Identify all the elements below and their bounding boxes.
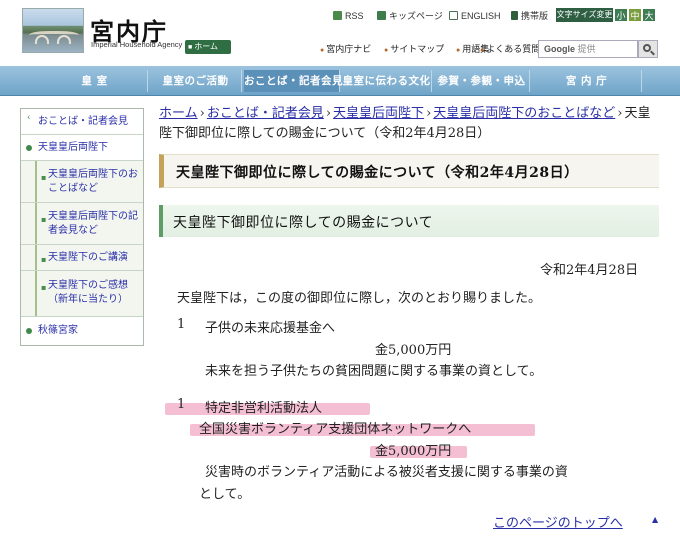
sidebar-item-press[interactable]: ▪ 天皇皇后両陛下の記者会見など <box>21 203 143 245</box>
sidebar-item-new-year[interactable]: ▪ 天皇陛下のご感想（新年に当たり） <box>21 271 143 317</box>
home-button[interactable]: ■ ホーム <box>185 40 231 54</box>
bullet-icon: ● <box>320 47 325 54</box>
item-amount: 金5,000万円 <box>375 343 452 358</box>
search-input[interactable]: Google 提供 <box>538 40 638 58</box>
text-size-large-button[interactable]: 大 <box>642 8 656 22</box>
bullet-icon: ● <box>384 47 389 54</box>
page-top-link[interactable]: このページのトップへ <box>493 512 623 531</box>
search-placeholder: 提供 <box>577 44 596 54</box>
search-brand: Google <box>544 44 575 54</box>
bullet-icon <box>26 328 32 334</box>
breadcrumb: ホーム › おことば・記者会見 › 天皇皇后両陛下 › 天皇皇后両陛下のおことばなど › 天皇陛… <box>159 106 651 141</box>
section-heading-box: 天皇陛下御即位に際しての賜金について <box>159 205 659 237</box>
sitemap-link[interactable]: ● サイトマップ <box>384 42 444 55</box>
item-purpose-cont: として。 <box>199 487 251 502</box>
item-number: 1 <box>177 317 186 332</box>
home-icon: ■ <box>188 44 193 51</box>
nav-tab-addresses-press[interactable]: おことば・記者会見 <box>244 70 343 92</box>
kids-page-link[interactable]: キッズページ <box>377 9 443 23</box>
globe-icon <box>449 11 458 20</box>
sidebar-item-akishino[interactable]: 秋篠宮家 <box>21 317 143 345</box>
sidebar-item-lectures[interactable]: ▪ 天皇陛下のご講演 <box>21 245 143 271</box>
item-purpose: 災害時のボランティア活動による被災者支援に関する事業の資 <box>205 465 568 480</box>
logo-bridge-image[interactable] <box>22 8 84 53</box>
mobile-icon <box>511 11 518 20</box>
home-label: ホーム <box>194 42 218 51</box>
main-nav: 皇 室 皇室のご活動 おことば・記者会見 皇室に伝わる文化 参賀・参観・申込 宮… <box>0 66 680 96</box>
page-title-box: 天皇陛下御即位に際しての賜金について（令和2年4月28日） <box>159 154 659 188</box>
breadcrumb-home[interactable]: ホーム <box>159 106 198 121</box>
faq-link[interactable]: ● よくある質問 <box>480 42 540 55</box>
bullet-icon <box>26 145 32 151</box>
item-recipient-line2: 全国災害ボランティア支援団体ネットワークへ <box>199 422 472 437</box>
nav-tab-visits[interactable]: 参賀・参観・申込 <box>434 70 530 92</box>
arrow-up-icon: ▲ <box>652 515 659 524</box>
rss-icon <box>333 11 342 20</box>
sidebar-item-addresses[interactable]: ‹ おことば・記者会見 <box>21 109 143 135</box>
nav-tab-culture[interactable]: 皇室に伝わる文化 <box>342 70 432 92</box>
nav-tab-imperial-family[interactable]: 皇 室 <box>42 70 148 92</box>
bullet-icon: ● <box>456 47 461 54</box>
bullet-icon: ▪ <box>41 255 47 264</box>
english-link[interactable]: ENGLISH <box>449 9 501 23</box>
item-amount: 金5,000万円 <box>375 444 452 459</box>
text-size-medium-button[interactable]: 中 <box>628 8 642 22</box>
bullet-icon: ● <box>480 47 485 54</box>
rss-link[interactable]: RSS <box>333 9 364 23</box>
sidebar-item-words[interactable]: ▪ 天皇皇后両陛下のおことばなど <box>21 161 143 203</box>
item-recipient: 特定非営利活動法人 <box>205 401 323 416</box>
breadcrumb-words[interactable]: 天皇皇后両陛下のおことばなど <box>433 106 615 121</box>
caret-left-icon: ‹ <box>27 113 31 123</box>
item-recipient: 子供の未来応援基金へ <box>205 321 336 336</box>
text-size-small-button[interactable]: 小 <box>614 8 628 22</box>
site-header: 宮内庁 Imperial Household Agency ■ ホーム RSS キ… <box>0 0 680 66</box>
sidebar-item-emperor-empress[interactable]: 天皇皇后両陛下 <box>21 135 143 161</box>
bullet-icon: ▪ <box>41 283 47 292</box>
section-heading: 天皇陛下御即位に際しての賜金について <box>173 215 434 231</box>
item-purpose: 未来を担う子供たちの貧困問題に関する事業の資として。 <box>205 364 543 379</box>
site-subtitle: Imperial Household Agency <box>91 40 183 49</box>
nav-tab-agency[interactable]: 宮 内 庁 <box>532 70 642 92</box>
bullet-icon: ▪ <box>41 173 47 182</box>
kids-icon <box>377 11 386 20</box>
item-number: 1 <box>177 397 186 412</box>
breadcrumb-addresses[interactable]: おことば・記者会見 <box>207 106 324 121</box>
bullet-icon: ▪ <box>41 215 47 224</box>
intro-text: 天皇陛下は，この度の御即位に際し，次のとおり賜りました。 <box>177 291 542 306</box>
search-button[interactable] <box>638 40 658 58</box>
page-title: 天皇陛下御即位に際しての賜金について（令和2年4月28日） <box>176 165 579 181</box>
sidebar: ‹ おことば・記者会見 天皇皇后両陛下 ▪ 天皇皇后両陛下のおことばなど ▪ 天… <box>20 108 144 346</box>
announcement-date: 令和2年4月28日 <box>540 263 639 278</box>
navi-link[interactable]: ● 宮内庁ナビ <box>320 42 371 55</box>
breadcrumb-emperor-empress[interactable]: 天皇皇后両陛下 <box>333 106 424 121</box>
text-size-label: 文字サイズ変更 <box>556 8 613 22</box>
mobile-link[interactable]: 携帯版 <box>511 9 548 23</box>
nav-tab-activities[interactable]: 皇室のご活動 <box>150 70 242 92</box>
